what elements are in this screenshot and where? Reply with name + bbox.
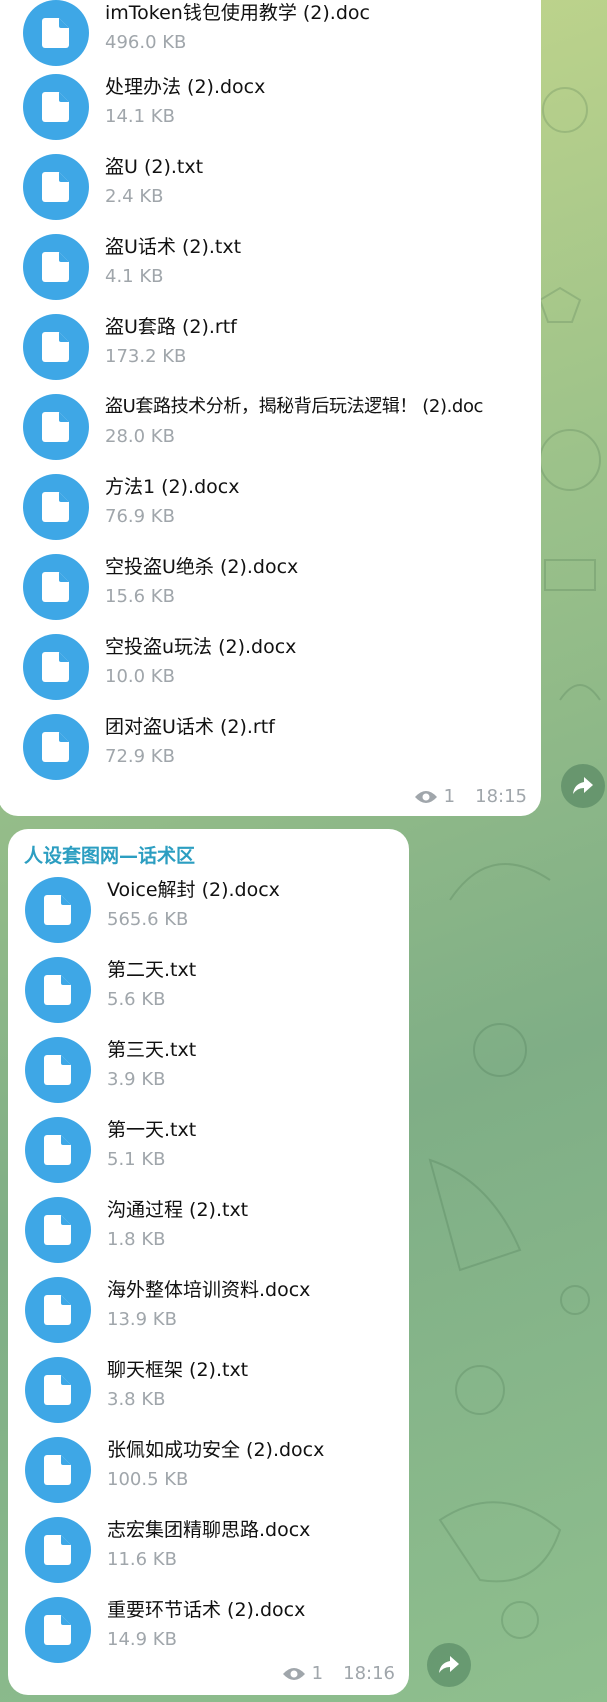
- file-size: 3.9 KB: [107, 1069, 166, 1090]
- message-bubble: imToken钱包使用教学 (2).doc 496.0 KB 处理办法 (2).…: [0, 0, 541, 816]
- document-icon[interactable]: [25, 877, 91, 943]
- file-name[interactable]: 盗U (2).txt: [105, 152, 203, 179]
- file-name[interactable]: 空投盗u玩法 (2).docx: [105, 632, 296, 659]
- document-icon[interactable]: [23, 634, 89, 700]
- file-size: 5.1 KB: [107, 1149, 166, 1170]
- file-size: 173.2 KB: [105, 346, 187, 367]
- file-name[interactable]: 空投盗U绝杀 (2).docx: [105, 552, 298, 579]
- file-size: 72.9 KB: [105, 746, 175, 767]
- file-name[interactable]: 志宏集团精聊思路.docx: [107, 1515, 310, 1542]
- document-icon[interactable]: [23, 154, 89, 220]
- file-name[interactable]: 聊天框架 (2).txt: [107, 1355, 248, 1382]
- document-icon[interactable]: [23, 0, 89, 66]
- document-icon[interactable]: [23, 314, 89, 380]
- message-time: 18:15: [475, 786, 527, 807]
- file-item[interactable]: 盗U套路技术分析，揭秘背后玩法逻辑！ (2).doc 28.0 KB: [23, 394, 543, 464]
- file-name[interactable]: Voice解封 (2).docx: [107, 875, 280, 902]
- share-arrow-icon: [573, 777, 593, 794]
- file-name[interactable]: 盗U套路 (2).rtf: [105, 312, 237, 339]
- document-icon[interactable]: [25, 1037, 91, 1103]
- message-time: 18:16: [343, 1663, 395, 1684]
- file-name[interactable]: 盗U话术 (2).txt: [105, 232, 241, 259]
- file-item[interactable]: 方法1 (2).docx 76.9 KB: [23, 474, 543, 544]
- file-name[interactable]: 团对盗U话术 (2).rtf: [105, 712, 275, 739]
- file-name[interactable]: 第三天.txt: [107, 1035, 196, 1062]
- forward-button[interactable]: [561, 764, 605, 808]
- file-name[interactable]: 方法1 (2).docx: [105, 472, 239, 499]
- file-name[interactable]: 张佩如成功安全 (2).docx: [107, 1435, 324, 1462]
- file-size: 11.6 KB: [107, 1549, 177, 1570]
- file-name[interactable]: imToken钱包使用教学 (2).doc: [105, 0, 370, 25]
- file-item[interactable]: 盗U套路 (2).rtf 173.2 KB: [23, 314, 543, 384]
- document-icon[interactable]: [23, 554, 89, 620]
- document-icon[interactable]: [23, 714, 89, 780]
- file-item[interactable]: 盗U (2).txt 2.4 KB: [23, 154, 543, 224]
- file-name[interactable]: 盗U套路技术分析，揭秘背后玩法逻辑！ (2).doc: [105, 392, 483, 418]
- document-icon[interactable]: [23, 234, 89, 300]
- view-count: 1: [443, 786, 456, 807]
- file-item[interactable]: Voice解封 (2).docx 565.6 KB: [25, 877, 545, 947]
- view-count: 1: [311, 1663, 324, 1684]
- message-meta: 1 18:16: [282, 1663, 395, 1684]
- file-size: 3.8 KB: [107, 1389, 166, 1410]
- document-icon[interactable]: [25, 1357, 91, 1423]
- file-item[interactable]: 处理办法 (2).docx 14.1 KB: [23, 74, 543, 144]
- file-size: 1.8 KB: [107, 1229, 166, 1250]
- document-icon[interactable]: [23, 474, 89, 540]
- message-meta: 1 18:15: [414, 786, 527, 807]
- file-item[interactable]: 空投盗u玩法 (2).docx 10.0 KB: [23, 634, 543, 704]
- document-icon[interactable]: [25, 1517, 91, 1583]
- forward-button[interactable]: [427, 1643, 471, 1687]
- sender-name[interactable]: 人设套图网—话术区: [24, 841, 195, 868]
- file-item[interactable]: 志宏集团精聊思路.docx 11.6 KB: [25, 1517, 545, 1587]
- file-name[interactable]: 沟通过程 (2).txt: [107, 1195, 248, 1222]
- document-icon[interactable]: [25, 1117, 91, 1183]
- file-size: 565.6 KB: [107, 909, 189, 930]
- file-size: 14.1 KB: [105, 106, 175, 127]
- file-name[interactable]: 重要环节话术 (2).docx: [107, 1595, 305, 1622]
- file-size: 10.0 KB: [105, 666, 175, 687]
- document-icon[interactable]: [25, 1277, 91, 1343]
- file-size: 15.6 KB: [105, 586, 175, 607]
- file-size: 5.6 KB: [107, 989, 166, 1010]
- file-name[interactable]: 第一天.txt: [107, 1115, 196, 1142]
- file-item[interactable]: 第一天.txt 5.1 KB: [25, 1117, 545, 1187]
- share-arrow-icon: [439, 1656, 459, 1673]
- file-item[interactable]: 团对盗U话术 (2).rtf 72.9 KB: [23, 714, 543, 784]
- eye-icon: [282, 1667, 305, 1680]
- file-item[interactable]: 海外整体培训资料.docx 13.9 KB: [25, 1277, 545, 1347]
- file-item[interactable]: 沟通过程 (2).txt 1.8 KB: [25, 1197, 545, 1267]
- file-size: 76.9 KB: [105, 506, 175, 527]
- file-size: 4.1 KB: [105, 266, 164, 287]
- file-item[interactable]: 盗U话术 (2).txt 4.1 KB: [23, 234, 543, 304]
- file-size: 14.9 KB: [107, 1629, 177, 1650]
- file-item[interactable]: 第三天.txt 3.9 KB: [25, 1037, 545, 1107]
- file-name[interactable]: 海外整体培训资料.docx: [107, 1275, 310, 1302]
- document-icon[interactable]: [25, 1437, 91, 1503]
- file-item[interactable]: 空投盗U绝杀 (2).docx 15.6 KB: [23, 554, 543, 624]
- file-size: 496.0 KB: [105, 32, 187, 53]
- file-item[interactable]: imToken钱包使用教学 (2).doc 496.0 KB: [23, 0, 543, 70]
- message-bubble: 人设套图网—话术区 Voice解封 (2).docx 565.6 KB 第二天.…: [8, 829, 409, 1695]
- document-icon[interactable]: [23, 394, 89, 460]
- document-icon[interactable]: [23, 74, 89, 140]
- document-icon[interactable]: [25, 1597, 91, 1663]
- document-icon[interactable]: [25, 957, 91, 1023]
- file-size: 28.0 KB: [105, 426, 175, 447]
- file-size: 2.4 KB: [105, 186, 164, 207]
- file-item[interactable]: 张佩如成功安全 (2).docx 100.5 KB: [25, 1437, 545, 1507]
- file-item[interactable]: 聊天框架 (2).txt 3.8 KB: [25, 1357, 545, 1427]
- file-size: 100.5 KB: [107, 1469, 189, 1490]
- file-name[interactable]: 处理办法 (2).docx: [105, 72, 265, 99]
- file-item[interactable]: 第二天.txt 5.6 KB: [25, 957, 545, 1027]
- document-icon[interactable]: [25, 1197, 91, 1263]
- eye-icon: [414, 790, 437, 803]
- file-size: 13.9 KB: [107, 1309, 177, 1330]
- file-name[interactable]: 第二天.txt: [107, 955, 196, 982]
